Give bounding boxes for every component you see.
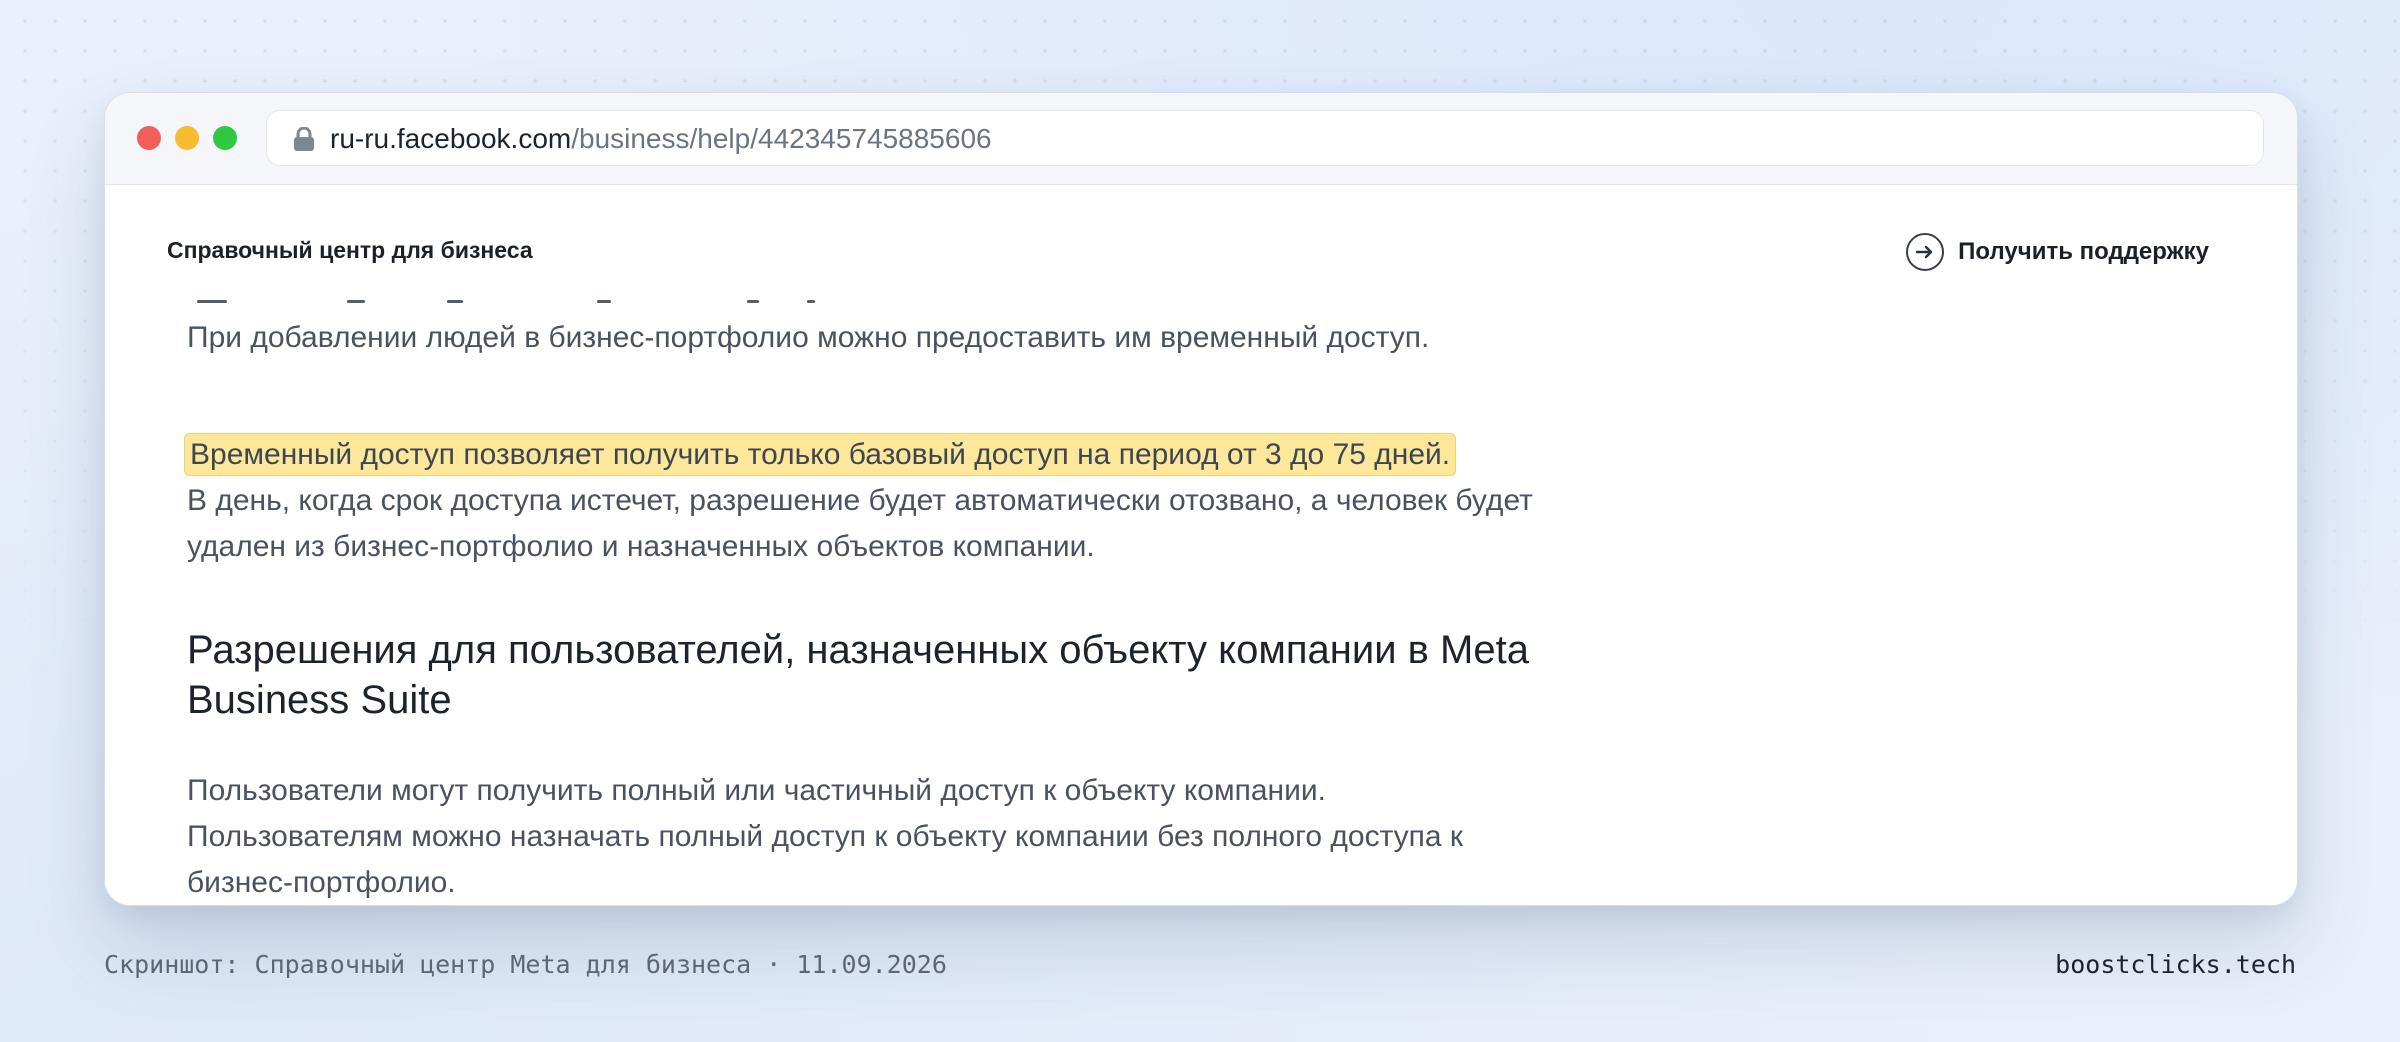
maximize-window-button[interactable] [213, 126, 237, 150]
url-path: /business/help/442345745885606 [571, 123, 992, 154]
browser-titlebar: ru-ru.facebook.com/business/help/4423457… [105, 93, 2297, 185]
brand-label: boostclicks.tech [2055, 950, 2296, 979]
get-support-link[interactable]: Получить поддержку [1906, 233, 2209, 271]
browser-window: ru-ru.facebook.com/business/help/4423457… [104, 92, 2298, 906]
address-bar[interactable]: ru-ru.facebook.com/business/help/4423457… [266, 110, 2264, 166]
screenshot-caption: Скриншот: Справочный центр Meta для бизн… [104, 950, 947, 979]
paragraph-access-expiry: В день, когда срок доступа истечет, разр… [187, 484, 1533, 563]
site-title[interactable]: Справочный центр для бизнеса [167, 237, 533, 264]
arrow-right-circle-icon [1906, 233, 1945, 271]
paragraph-temporary-access: При добавлении людей в бизнес-портфолио … [187, 321, 1430, 354]
paragraph-user-permissions: Пользователи могут получить полный или ч… [187, 774, 1464, 899]
section-heading: Разрешения для пользователей, назначенны… [187, 628, 1529, 722]
get-support-label: Получить поддержку [1958, 238, 2209, 265]
lock-icon [293, 126, 315, 151]
url-host: ru-ru.facebook.com [330, 123, 572, 154]
clipped-text-line [187, 296, 837, 306]
url-text: ru-ru.facebook.com/business/help/4423457… [330, 124, 992, 154]
highlighted-sentence: Временный доступ позволяет получить толь… [184, 433, 1457, 476]
close-window-button[interactable] [137, 126, 161, 150]
minimize-window-button[interactable] [175, 126, 199, 150]
